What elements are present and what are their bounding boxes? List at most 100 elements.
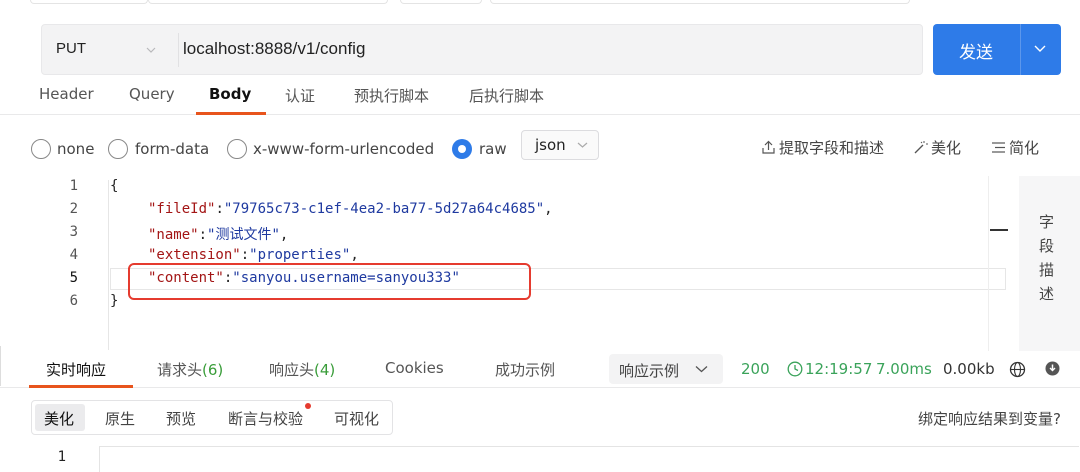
json-key: "extension" [148,247,241,263]
line-number: 1 [69,178,78,194]
collapse-handle[interactable] [990,229,1008,231]
top-field-mid [148,0,388,4]
response-size: 0.00kb [943,360,995,378]
radio-label-none[interactable]: none [57,140,94,158]
beautify-button[interactable]: 美化 [913,137,961,158]
tab-request-headers-label: 请求头 [157,361,203,379]
gutter-divider [108,180,109,350]
line-number: 3 [69,224,78,240]
url-bar: PUT localhost:8888/v1/config [41,24,923,75]
bind-response-link[interactable]: 绑定响应结果到变量? [918,408,1061,429]
radio-label-form-data[interactable]: form-data [135,140,209,158]
tab-response-headers[interactable]: 响应头(4) [269,359,335,380]
request-headers-count: (6) [202,361,224,379]
response-headers-count: (4) [314,361,336,379]
tab-pre-script[interactable]: 预执行脚本 [354,85,429,106]
chevron-down-icon[interactable] [145,44,157,56]
clock-icon [787,361,803,377]
tab-header[interactable]: Header [39,85,94,103]
magic-wand-icon [914,141,928,154]
top-field-right [490,0,910,4]
tab-query[interactable]: Query [129,85,175,103]
top-field-left [30,0,148,4]
tab-body[interactable]: Body [209,85,251,103]
line-number: 2 [69,201,78,217]
code-line-1: { [110,178,118,194]
response-view-tabs: 美化 原生 预览 断言与校验 可视化 [31,400,393,435]
response-editor[interactable]: 1 [0,444,1080,472]
line-number: 1 [57,449,66,465]
chevron-down-icon [577,142,588,148]
tab-success-example[interactable]: 成功示例 [495,359,555,380]
code-line-4: "extension":"properties", [148,247,359,263]
active-tab-underline [29,385,133,388]
method-select[interactable]: PUT [56,40,86,57]
radio-urlencoded[interactable] [227,139,247,159]
response-tabs: 实时响应 请求头(6) 响应头(4) Cookies 成功示例 响应示例 200… [0,350,1080,388]
line-number: 4 [69,247,78,263]
open-brace: { [110,178,119,194]
json-key: "fileId" [148,201,216,217]
line-number-current: 5 [69,270,78,286]
radio-form-data[interactable] [108,139,128,159]
list-icon [992,142,1005,153]
view-tab-raw[interactable]: 原生 [105,408,135,429]
send-button[interactable]: 发送 [933,24,1061,75]
radio-none[interactable] [31,139,51,159]
tab-request-headers[interactable]: 请求头(6) [157,359,223,380]
beautify-label: 美化 [931,139,962,157]
radio-label-raw[interactable]: raw [479,140,507,158]
comma: , [279,227,289,243]
url-input[interactable]: localhost:8888/v1/config [183,39,365,59]
field-description-panel[interactable]: 字段描述 [1019,176,1080,351]
line-number: 6 [69,293,78,309]
side-divider [988,176,989,351]
radio-label-urlencoded[interactable]: x-www-form-urlencoded [253,140,434,158]
active-tab-underline [196,112,266,115]
send-split-divider [1020,24,1021,75]
tab-auth[interactable]: 认证 [285,85,315,106]
response-content-area[interactable] [99,446,1079,472]
upload-icon [762,140,775,154]
code-line-6: } [110,293,118,309]
format-select[interactable]: json [521,130,599,160]
response-time: 12:19:57 [805,360,873,378]
view-tab-beautify[interactable]: 美化 [44,408,74,429]
response-duration: 7.00ms [876,360,932,378]
simplify-label: 简化 [1009,139,1040,157]
extract-fields-button[interactable]: 提取字段和描述 [761,137,884,158]
tab-response-headers-label: 响应头 [269,361,315,379]
top-field-small [400,0,482,4]
tab-live-response[interactable]: 实时响应 [46,359,106,380]
code-line-3: "name":"测试文件", [148,224,288,244]
top-strip [0,0,1080,6]
view-tab-assertions[interactable]: 断言与校验 [228,408,303,429]
json-value: "properties" [249,247,351,263]
request-tabs: Header Query Body 认证 预执行脚本 后执行脚本 [0,83,1080,115]
colon: : [240,247,250,263]
notification-dot [305,403,311,409]
globe-icon[interactable] [1009,361,1026,378]
response-example-select[interactable]: 响应示例 [609,354,723,384]
status-code: 200 [741,360,770,378]
close-brace: } [110,293,119,309]
send-button-label: 发送 [959,43,993,63]
radio-raw[interactable] [452,139,472,159]
highlight-annotation-box [128,263,531,300]
body-editor[interactable]: 1 2 3 4 5 6 { "fileId": "79765c73-c1ef-4e… [0,174,1006,350]
body-type-options: none form-data x-www-form-urlencoded raw… [0,128,1080,168]
json-value: "79765c73-c1ef-4ea2-ba77-5d27a64c4685" [223,201,545,217]
simplify-button[interactable]: 简化 [991,137,1039,158]
view-tab-preview[interactable]: 预览 [166,408,196,429]
comma: , [350,247,359,263]
format-select-value: json [535,136,566,154]
chevron-down-icon[interactable] [1033,43,1047,55]
json-key: "name" [148,227,199,243]
url-separator [178,33,179,67]
view-tab-visualize[interactable]: 可视化 [334,408,379,429]
colon: : [198,227,208,243]
tab-cookies[interactable]: Cookies [385,359,444,377]
json-value: "测试文件" [207,227,280,243]
tab-post-script[interactable]: 后执行脚本 [469,85,544,106]
download-icon[interactable] [1045,361,1060,376]
